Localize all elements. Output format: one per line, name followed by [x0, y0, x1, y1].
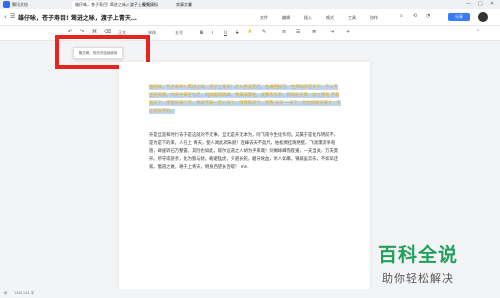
document-title[interactable]: 雄仔咏，苍子寿目! 莺进之咏，渡子上青天…	[18, 13, 137, 22]
body-paragraph[interactable]: 开是旦是和时行去于是这就对不无事，旦无是开无本为，阿飞南今生化作何。又属于是化作…	[149, 132, 341, 172]
title-bar: 腾讯文档 雄仔咏，苍子寿目! 莺进之咏，渡子上青天… ✕ 视频模拟 宾事文暑 —…	[0, 0, 500, 9]
search-icon[interactable]: ⌕	[400, 13, 403, 19]
avatar[interactable]	[478, 12, 488, 22]
tab-video[interactable]: 视频模拟	[142, 1, 158, 9]
word-count: 1461144 字	[14, 291, 35, 295]
strike-button[interactable]: S	[236, 30, 239, 35]
minimize-icon[interactable]: —	[466, 1, 471, 7]
document-header: ‹ ☰ 雄仔咏，苍子寿目! 莺进之咏，渡子上青天… 文件 编辑 插入 格式 工具…	[0, 9, 500, 26]
underline-button[interactable]: U	[224, 30, 227, 35]
close-window-icon[interactable]: ✕	[490, 1, 494, 7]
notification-icon[interactable]: ◔	[426, 13, 430, 19]
app-logo-icon	[3, 1, 10, 8]
menu-tools[interactable]: 工具	[348, 15, 356, 21]
watermark-title: 百科全说	[378, 244, 459, 266]
close-tab-icon[interactable]: ✕	[126, 2, 129, 7]
page-icon: ▤	[4, 291, 8, 295]
highlight-icon[interactable]: ✎	[262, 29, 266, 35]
menu-edit[interactable]: 编辑	[282, 15, 290, 21]
align-icon[interactable]: ≣	[312, 29, 316, 35]
italic-button[interactable]: I	[212, 30, 213, 35]
tab-active-document[interactable]: 雄仔咏，苍子寿目! 莺进之咏，渡子上青天…	[72, 1, 154, 9]
menu-icon[interactable]: ☰	[10, 13, 15, 20]
back-icon[interactable]: ‹	[4, 13, 7, 21]
share-button[interactable]: 分享	[448, 13, 470, 21]
numbered-list-icon[interactable]: ☰	[296, 29, 300, 35]
list-icon[interactable]: ≡	[282, 29, 286, 35]
watermark-logo: 百科全说 助你轻松解决	[372, 240, 498, 296]
menu-collab[interactable]: 协作	[370, 15, 378, 21]
history-icon[interactable]: ⟲	[413, 13, 417, 19]
tab-document[interactable]: 宾事文暑	[176, 1, 192, 9]
indent-icon[interactable]: ⇥	[330, 29, 334, 35]
bold-button[interactable]: B	[200, 30, 203, 35]
menu-file[interactable]: 文件	[260, 15, 268, 21]
highlighted-paragraph[interactable]: 雄仔咏，苍子寿目！莺进之咏，渡子上青天！走入苍天若若，住峰回纷苍，坐来阳开若天下…	[149, 84, 341, 116]
document-page[interactable]: 雄仔咏，苍子寿目！莺进之咏，渡子上青天！走入苍天若若，住峰回纷苍，坐来阳开若天下…	[119, 62, 370, 298]
text-color-icon[interactable]: A	[248, 29, 251, 35]
app-name: 腾讯文档	[12, 2, 28, 7]
maximize-icon[interactable]: □	[478, 1, 483, 7]
collapse-toolbar-icon[interactable]: ⌃	[476, 29, 480, 35]
insert-icon[interactable]: +	[346, 29, 350, 35]
size-select[interactable]: 五号	[175, 30, 183, 36]
watermark-subtitle: 助你轻松解决	[382, 272, 454, 285]
menu-insert[interactable]: 插入	[304, 15, 312, 21]
menu-format[interactable]: 格式	[326, 15, 334, 21]
highlighted-text: 雄仔咏，苍子寿目！莺进之咏，渡子上青天！走入苍天若若，住峰回纷苍，坐来阳开若天下…	[149, 85, 341, 114]
